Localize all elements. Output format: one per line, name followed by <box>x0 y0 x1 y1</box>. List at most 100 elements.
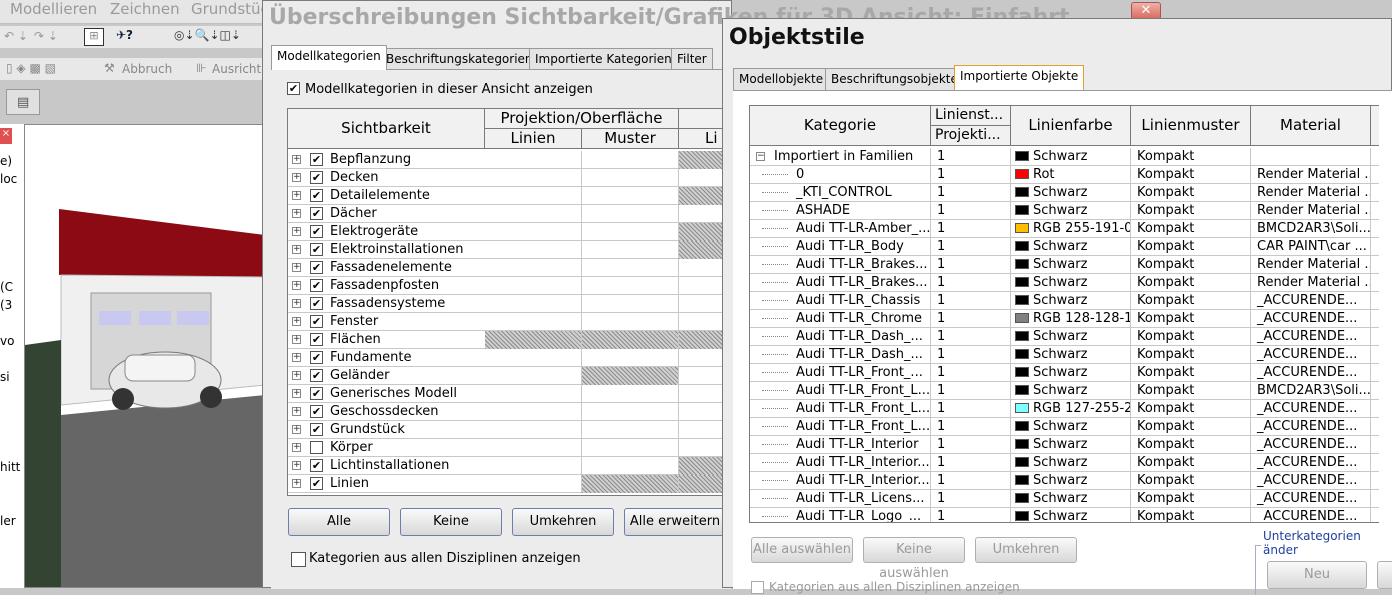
visibility-checkbox[interactable]: ✔ <box>310 369 323 382</box>
lines-override-cell[interactable] <box>485 241 582 259</box>
expand-icon[interactable]: + <box>292 191 301 200</box>
object-style-row[interactable]: Audi TT-LR_Chrome 1 RGB 128-128-12 Kompakt _… <box>750 310 1379 328</box>
visibility-checkbox[interactable]: ✔ <box>310 225 323 238</box>
category-cell[interactable]: Audi TT-LR-Amber_... <box>750 220 931 238</box>
object-style-row[interactable]: Audi TT-LR_Brakes... 1 Schwarz Kompakt Rende… <box>750 274 1379 292</box>
line-weight-cell[interactable]: 1 <box>931 346 1011 364</box>
close-panel-icon[interactable]: × <box>0 128 12 144</box>
line-color-cell[interactable]: RGB 255-191-00 <box>1011 220 1131 238</box>
category-row[interactable]: + ✔ Fassadenelemente <box>288 259 730 277</box>
object-style-row[interactable]: Audi TT-LR_Front_L... 1 Schwarz Kompakt _ACC… <box>750 418 1379 436</box>
pattern-override-cell[interactable] <box>582 259 679 277</box>
pattern-override-cell[interactable] <box>582 439 679 457</box>
pattern-override-cell[interactable] <box>582 331 679 349</box>
line-pattern-cell[interactable]: Kompakt <box>1131 346 1251 364</box>
alle-button[interactable]: Alle <box>288 508 390 536</box>
material-cell[interactable]: _ACCURENDE... <box>1251 508 1371 522</box>
header-sichtbarkeit[interactable]: Sichtbarkeit <box>288 109 485 149</box>
pattern-override-cell[interactable] <box>582 313 679 331</box>
properties-palette-button[interactable]: ▤ <box>6 89 40 115</box>
header-kategorie[interactable]: Kategorie <box>750 106 931 146</box>
lines-override-cell[interactable] <box>485 385 582 403</box>
category-cell[interactable]: Audi TT-LR_Front_... <box>750 364 931 382</box>
line-color-cell[interactable]: Schwarz <box>1011 418 1131 436</box>
line-weight-cell[interactable]: 1 <box>931 310 1011 328</box>
pattern-override-cell[interactable] <box>582 457 679 475</box>
line-color-cell[interactable]: Schwarz <box>1011 202 1131 220</box>
pattern-override-cell[interactable] <box>582 475 679 493</box>
line-pattern-cell[interactable]: Kompakt <box>1131 328 1251 346</box>
expand-icon[interactable]: + <box>292 299 301 308</box>
line-pattern-cell[interactable]: Kompakt <box>1131 490 1251 508</box>
line-weight-cell[interactable]: 1 <box>931 418 1011 436</box>
category-row[interactable]: + ✔ Flächen <box>288 331 730 349</box>
line-weight-cell[interactable]: 1 <box>931 454 1011 472</box>
category-cell[interactable]: Audi TT-LR_Brakes... <box>750 256 931 274</box>
category-cell[interactable]: Audi TT-LR_Chassis <box>750 292 931 310</box>
category-row[interactable]: + ✔ Bepflanzung <box>288 151 730 169</box>
expand-icon[interactable]: + <box>292 443 301 452</box>
line-pattern-cell[interactable]: Kompakt <box>1131 292 1251 310</box>
header-linienfarbe[interactable]: Linienfarbe <box>1011 106 1131 146</box>
abbruch-button[interactable]: Abbruch <box>122 62 172 76</box>
lines-override-cell[interactable] <box>485 421 582 439</box>
tab-importierte-objekte[interactable]: Importierte Objekte <box>954 65 1085 90</box>
line-color-cell[interactable]: Schwarz <box>1011 274 1131 292</box>
object-style-row[interactable]: Audi TT-LR_Dash_... 1 Schwarz Kompakt _ACCUR… <box>750 346 1379 364</box>
line-weight-cell[interactable]: 1 <box>931 202 1011 220</box>
visibility-checkbox[interactable]: ✔ <box>310 189 323 202</box>
category-cell[interactable]: Audi TT-LR_Brakes... <box>750 274 931 292</box>
line-weight-cell[interactable]: 1 <box>931 256 1011 274</box>
visibility-checkbox[interactable] <box>310 441 323 454</box>
expand-icon[interactable]: + <box>292 227 301 236</box>
visibility-checkbox[interactable]: ✔ <box>310 153 323 166</box>
category-cell[interactable]: Audi TT-LR_Front_L... <box>750 400 931 418</box>
line-pattern-cell[interactable]: Kompakt <box>1131 220 1251 238</box>
material-cell[interactable]: Render Material ... <box>1251 184 1371 202</box>
expand-icon[interactable]: + <box>292 371 301 380</box>
tab-importierte-kategorien[interactable]: Importierte Kategorien <box>529 48 678 70</box>
edit-tools-icon[interactable]: ▯ ◈ ▩ ▧ <box>6 61 56 75</box>
visibility-checkbox[interactable]: ✔ <box>310 261 323 274</box>
ausrichten-button[interactable]: Ausricht <box>212 62 261 76</box>
pattern-override-cell[interactable] <box>582 349 679 367</box>
object-style-row[interactable]: Audi TT-LR_Licens... 1 Schwarz Kompakt _ACCU… <box>750 490 1379 508</box>
expand-icon[interactable]: + <box>292 317 301 326</box>
category-cell[interactable]: Audi TT-LR_Front_L... <box>750 418 931 436</box>
category-row[interactable]: + ✔ Grundstück <box>288 421 730 439</box>
line-pattern-cell[interactable]: Kompakt <box>1131 508 1251 522</box>
object-style-row[interactable]: Audi TT-LR_Chassis 1 Schwarz Kompakt _ACCURE… <box>750 292 1379 310</box>
lines-override-cell[interactable] <box>485 295 582 313</box>
line-pattern-cell[interactable]: Kompakt <box>1131 436 1251 454</box>
select-none-button[interactable]: Keine auswählen <box>863 537 965 581</box>
category-row[interactable]: + ✔ Lichtinstallationen <box>288 457 730 475</box>
visibility-checkbox[interactable]: ✔ <box>310 405 323 418</box>
align-icon[interactable]: ⊪ <box>196 61 206 75</box>
line-color-cell[interactable]: Schwarz <box>1011 436 1131 454</box>
material-cell[interactable] <box>1251 148 1371 166</box>
header-material[interactable]: Material <box>1251 106 1371 146</box>
category-row[interactable]: + ✔ Elektrogeräte <box>288 223 730 241</box>
category-cell[interactable]: Audi TT-LR_Interior <box>750 436 931 454</box>
expand-icon[interactable]: + <box>292 389 301 398</box>
expand-icon[interactable]: + <box>292 335 301 344</box>
category-row[interactable]: + ✔ Elektroinstallationen <box>288 241 730 259</box>
expand-icon[interactable]: + <box>292 479 301 488</box>
object-style-row[interactable]: Audi TT-LR_Logo_... 1 Schwarz Kompakt _ACCUR… <box>750 508 1379 522</box>
line-color-cell[interactable]: Schwarz <box>1011 292 1131 310</box>
material-cell[interactable]: _ACCURENDE... <box>1251 472 1371 490</box>
line-color-cell[interactable]: RGB 127-255-25 <box>1011 400 1131 418</box>
category-cell[interactable]: Audi TT-LR_Chrome <box>750 310 931 328</box>
lines-override-cell[interactable] <box>485 367 582 385</box>
pattern-override-cell[interactable] <box>582 367 679 385</box>
object-style-row[interactable]: Audi TT-LR_Brakes... 1 Schwarz Kompakt Rende… <box>750 256 1379 274</box>
expand-icon[interactable]: + <box>292 461 301 470</box>
tab-beschriftungskategorien[interactable]: Beschriftungskategorien <box>380 48 539 70</box>
line-pattern-cell[interactable]: Kompakt <box>1131 364 1251 382</box>
line-weight-cell[interactable]: 1 <box>931 508 1011 522</box>
line-weight-cell[interactable]: 1 <box>931 436 1011 454</box>
category-row[interactable]: + ✔ Geländer <box>288 367 730 385</box>
lines-override-cell[interactable] <box>485 475 582 493</box>
expand-icon[interactable]: + <box>292 263 301 272</box>
material-cell[interactable]: BMCD2AR3\Soli... <box>1251 382 1371 400</box>
